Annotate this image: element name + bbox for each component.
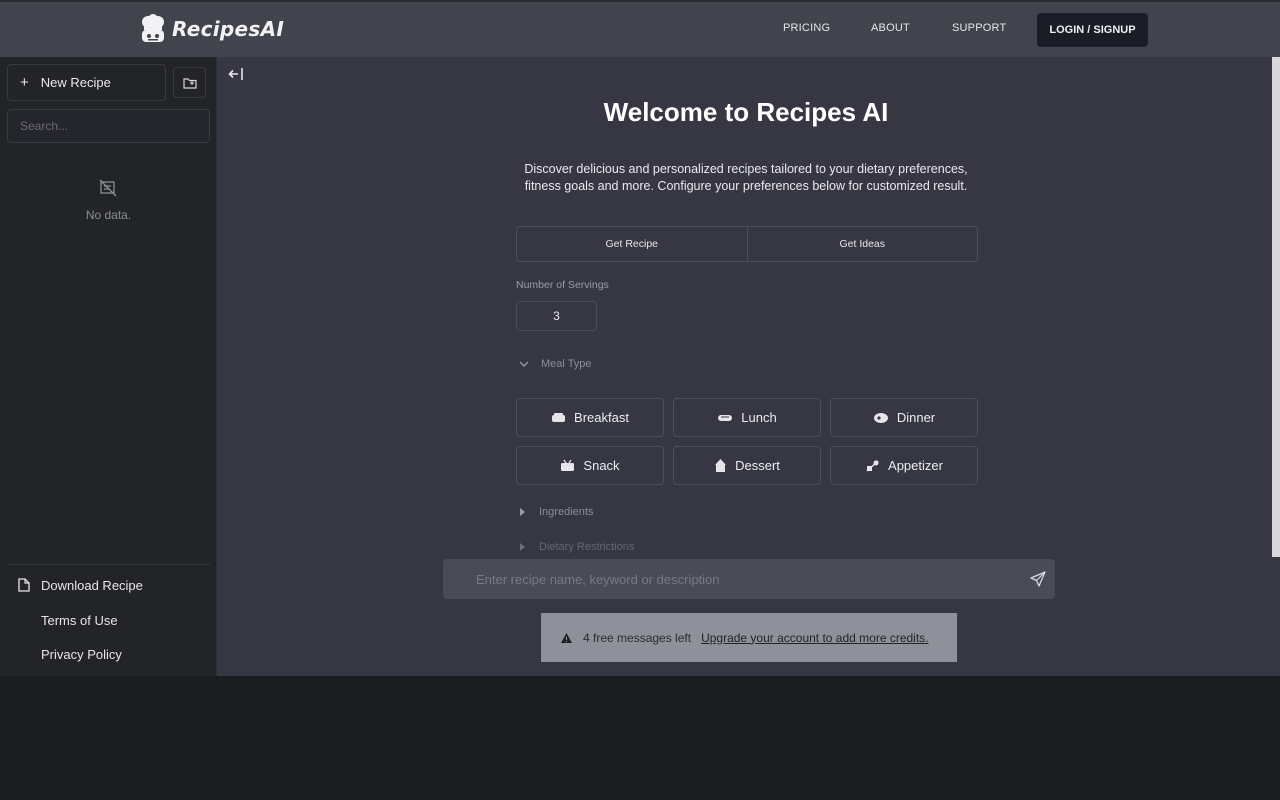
breakfast-icon: [552, 412, 566, 422]
logo[interactable]: RecipesAI: [140, 14, 284, 44]
ingredients-label: Ingredients: [539, 506, 594, 518]
meal-breakfast-button[interactable]: Breakfast: [516, 398, 664, 437]
nav-support[interactable]: SUPPORT: [952, 22, 1006, 34]
servings-input[interactable]: 3: [516, 301, 597, 331]
terms-of-use-link[interactable]: Terms of Use: [41, 613, 118, 628]
meal-breakfast-label: Breakfast: [574, 410, 629, 425]
sidebar: + New Recipe No data. Download Recipe Te…: [0, 57, 217, 676]
tab-get-recipe[interactable]: Get Recipe: [517, 227, 747, 261]
meal-dessert-button[interactable]: Dessert: [673, 446, 821, 485]
plus-icon: +: [20, 74, 29, 91]
page-description: Discover delicious and personalized reci…: [524, 162, 968, 193]
chevron-right-icon: [520, 508, 525, 516]
main-content: Welcome to Recipes AI Discover delicious…: [217, 57, 1280, 676]
dessert-icon: [715, 459, 727, 472]
collapse-sidebar-icon[interactable]: [228, 67, 246, 81]
meal-snack-button[interactable]: Snack: [516, 446, 664, 485]
lunch-icon: [718, 414, 733, 421]
message-composer: [443, 559, 1055, 599]
dietary-restrictions-toggle[interactable]: Dietary Restrictions: [519, 541, 634, 553]
credits-notice-text: 4 free messages left: [583, 630, 692, 645]
meal-dessert-label: Dessert: [735, 458, 780, 473]
page-title: Welcome to Recipes AI: [603, 97, 889, 127]
meal-appetizer-button[interactable]: Appetizer: [830, 446, 978, 485]
chef-hat-logo-icon: [142, 14, 164, 42]
send-icon[interactable]: [1030, 571, 1046, 587]
nav-about[interactable]: ABOUT: [871, 22, 910, 34]
new-recipe-button[interactable]: + New Recipe: [7, 64, 166, 101]
meal-appetizer-label: Appetizer: [888, 458, 943, 473]
search-input[interactable]: [7, 109, 210, 143]
appetizer-icon: [866, 459, 879, 472]
chevron-down-icon: [519, 361, 529, 367]
warning-icon: [561, 632, 572, 643]
ingredients-toggle[interactable]: Ingredients: [519, 506, 593, 518]
meal-type-toggle[interactable]: Meal Type: [519, 358, 592, 370]
servings-label: Number of Servings: [516, 279, 609, 291]
logo-text: RecipesAI: [172, 17, 285, 41]
folder-icon: [182, 77, 197, 89]
dietary-restrictions-label: Dietary Restrictions: [539, 541, 635, 553]
meal-type-label: Meal Type: [541, 358, 592, 370]
top-navbar: RecipesAI PRICING ABOUT SUPPORT LOGIN / …: [0, 0, 1280, 57]
empty-state-text: No data.: [85, 208, 132, 222]
upgrade-account-link[interactable]: Upgrade your account to add more credits…: [701, 631, 928, 645]
chevron-right-icon: [520, 543, 525, 551]
meal-dinner-button[interactable]: Dinner: [830, 398, 978, 437]
mode-tabs: Get Recipe Get Ideas: [516, 226, 978, 262]
sidebar-divider: [7, 564, 210, 565]
dinner-icon: [873, 412, 888, 423]
new-recipe-label: New Recipe: [40, 75, 111, 90]
download-recipe-link[interactable]: Download Recipe: [41, 578, 143, 593]
meal-snack-label: Snack: [583, 458, 620, 473]
meal-lunch-label: Lunch: [741, 410, 777, 425]
login-signup-button[interactable]: LOGIN / SIGNUP: [1037, 13, 1148, 47]
meal-lunch-button[interactable]: Lunch: [673, 398, 821, 437]
tab-get-ideas[interactable]: Get Ideas: [746, 227, 978, 261]
new-folder-button[interactable]: [173, 67, 206, 98]
credits-notice: 4 free messages left Upgrade your accoun…: [541, 613, 957, 662]
nav-pricing[interactable]: PRICING: [783, 22, 830, 34]
meal-dinner-label: Dinner: [896, 410, 936, 425]
recipe-prompt-input[interactable]: [443, 559, 1013, 599]
no-data-icon: [99, 179, 117, 197]
document-icon: [18, 578, 30, 592]
snack-icon: [561, 459, 575, 471]
scrollbar[interactable]: [1272, 57, 1280, 557]
privacy-policy-link[interactable]: Privacy Policy: [41, 647, 122, 662]
